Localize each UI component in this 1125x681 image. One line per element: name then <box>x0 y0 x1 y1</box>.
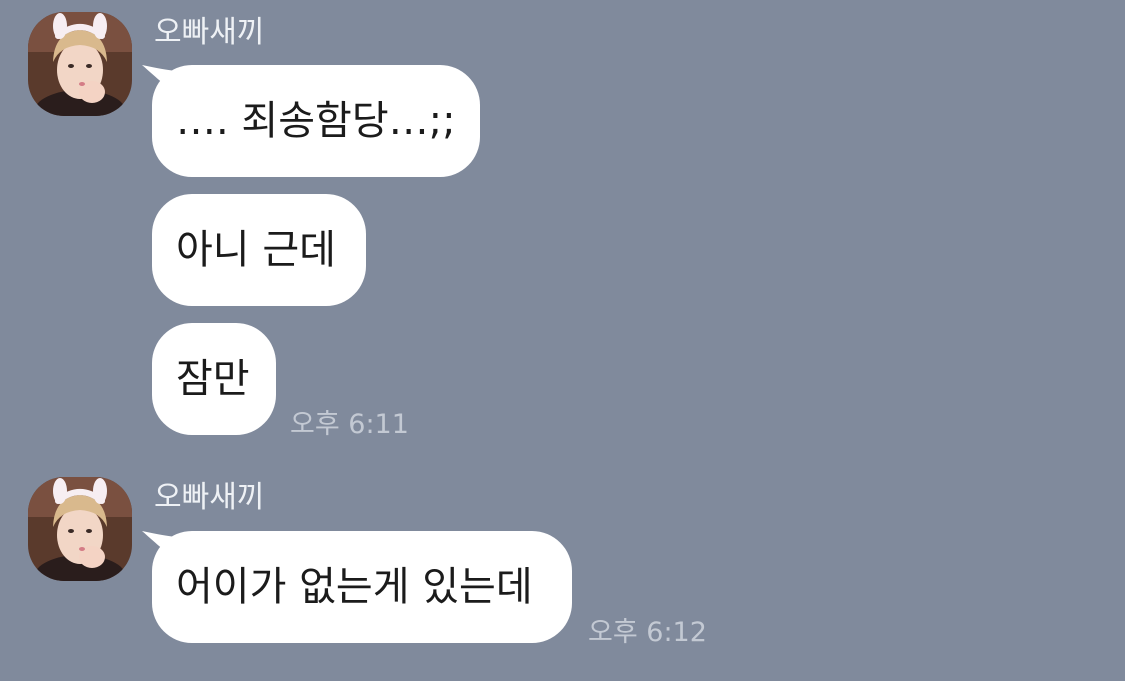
message-text: 어이가 없는게 있는데 <box>176 564 533 610</box>
sender-avatar[interactable] <box>28 12 132 116</box>
profile-photo-icon <box>28 477 132 581</box>
bubble-tail <box>142 65 176 91</box>
message-bubble[interactable]: …. 죄송함당…;; <box>152 65 480 177</box>
message-bubble[interactable]: 어이가 없는게 있는데 <box>152 531 572 643</box>
bubble-tail <box>142 531 176 557</box>
sender-name[interactable]: 오빠새끼 <box>154 15 264 51</box>
message-text: …. 죄송함당…;; <box>176 98 456 144</box>
message-bubble[interactable]: 아니 근데 <box>152 194 366 306</box>
message-timestamp: 오후 6:12 <box>588 617 707 648</box>
sender-name[interactable]: 오빠새끼 <box>154 480 264 516</box>
message-text: 아니 근데 <box>176 227 336 273</box>
message-text: 잠만 <box>176 356 250 402</box>
profile-photo-icon <box>28 12 132 116</box>
message-timestamp: 오후 6:11 <box>290 409 409 440</box>
message-bubble[interactable]: 잠만 <box>152 323 276 435</box>
sender-avatar[interactable] <box>28 477 132 581</box>
